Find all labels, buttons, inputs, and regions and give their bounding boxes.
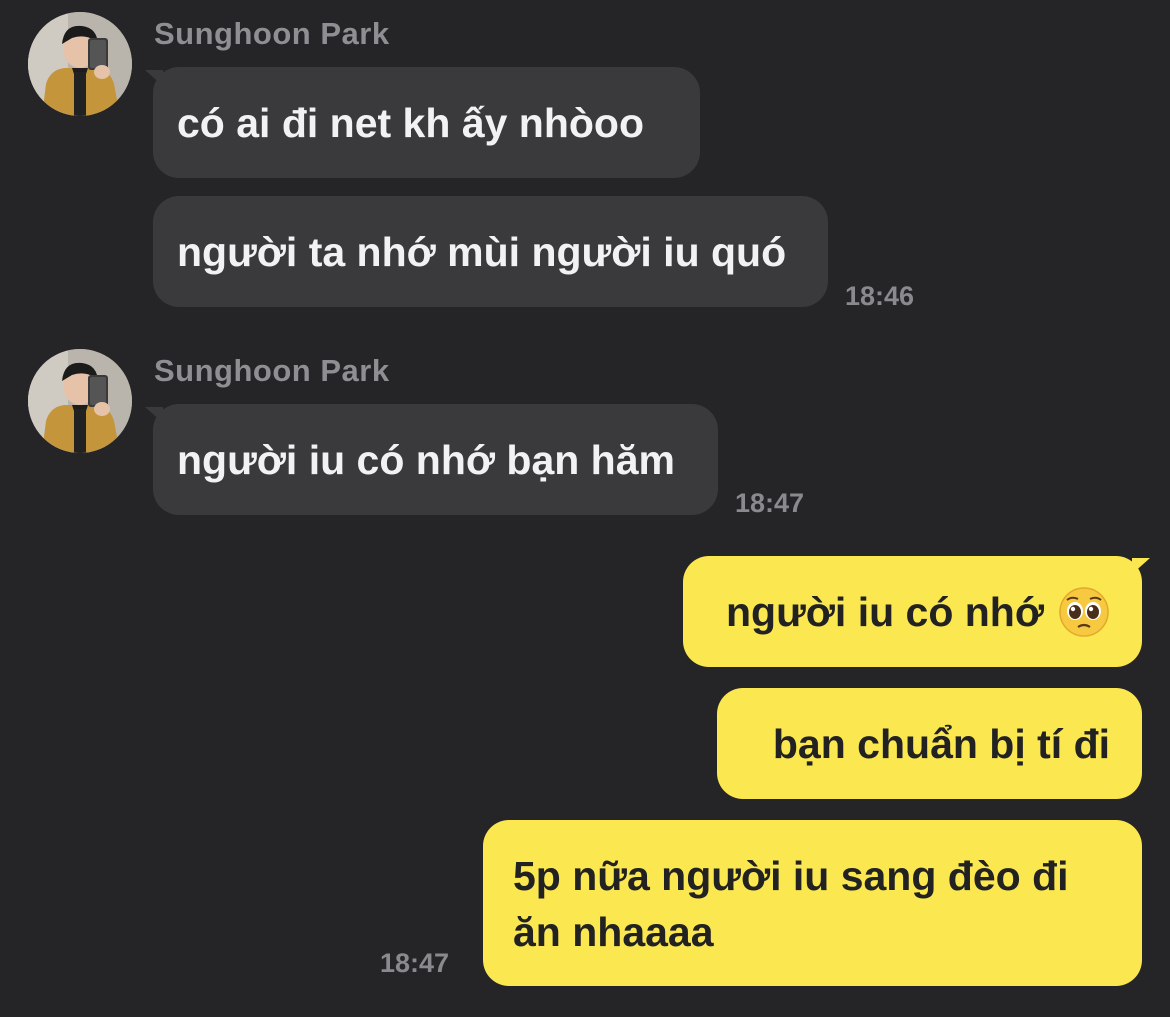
outgoing-message-bubble[interactable]: bạn chuẩn bị tí đi bbox=[717, 688, 1142, 799]
sender-avatar[interactable] bbox=[28, 12, 132, 116]
avatar-photo bbox=[28, 349, 132, 453]
sender-avatar[interactable] bbox=[28, 349, 132, 453]
avatar-photo bbox=[28, 12, 132, 116]
pleading-face-emoji bbox=[1058, 586, 1110, 638]
outgoing-message-bubble[interactable]: 5p nữa người iu sang đèo đi ăn nhaaaa bbox=[483, 820, 1142, 986]
incoming-message-bubble[interactable]: người iu có nhớ bạn hăm bbox=[153, 404, 718, 515]
sender-name: Sunghoon Park bbox=[154, 16, 390, 51]
outgoing-message-bubble[interactable]: người iu có nhớ bbox=[683, 556, 1142, 667]
message-text: người ta nhớ mùi người iu quó bbox=[177, 228, 787, 275]
incoming-message-bubble[interactable]: có ai đi net kh ấy nhòoo bbox=[153, 67, 700, 178]
message-text: người iu có nhớ bbox=[725, 588, 1044, 635]
message-text: 5p nữa người iu sang đèo đi ăn nhaaaa bbox=[513, 853, 1069, 955]
message-text: có ai đi net kh ấy nhòoo bbox=[177, 99, 644, 146]
message-timestamp: 18:47 bbox=[735, 488, 805, 518]
incoming-message-bubble[interactable]: người ta nhớ mùi người iu quó bbox=[153, 196, 828, 307]
sender-name: Sunghoon Park bbox=[154, 353, 390, 388]
message-text: người iu có nhớ bạn hăm bbox=[177, 436, 675, 483]
message-text: bạn chuẩn bị tí đi bbox=[772, 720, 1110, 767]
message-timestamp: 18:46 bbox=[845, 281, 915, 311]
message-timestamp: 18:47 bbox=[380, 948, 450, 978]
